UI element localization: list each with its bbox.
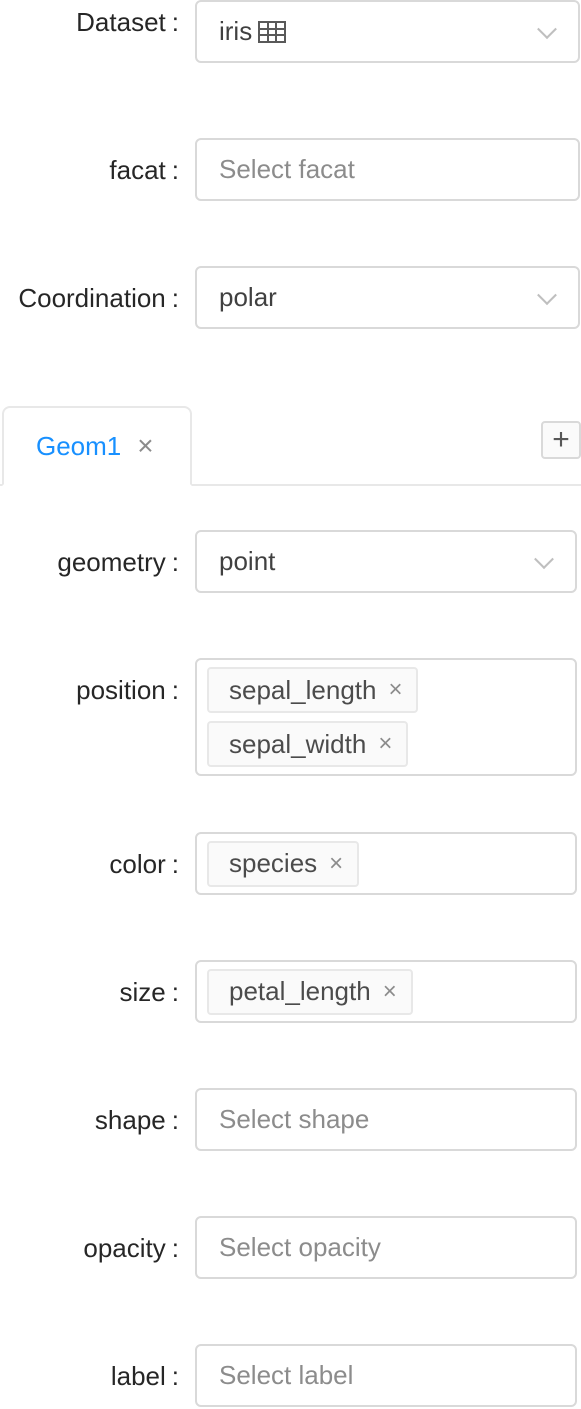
dataset-row: Dataset: iris xyxy=(0,0,581,64)
chevron-down-icon xyxy=(534,548,554,569)
tag-sepal-length: sepal_length × xyxy=(207,667,419,713)
position-label-text: position xyxy=(76,674,166,705)
colon: : xyxy=(171,546,179,577)
close-icon[interactable]: × xyxy=(329,851,343,876)
shape-label: shape: xyxy=(95,1088,179,1152)
label-field-label: label: xyxy=(111,1344,179,1408)
size-label: size: xyxy=(120,960,179,1024)
coordination-select[interactable]: polar xyxy=(195,266,580,329)
colon: : xyxy=(171,154,179,185)
tab-geom1[interactable]: Geom1 × xyxy=(2,406,192,486)
colon: : xyxy=(171,674,179,705)
position-tags: sepal_length × sepal_width × xyxy=(197,667,419,767)
facat-label: facat: xyxy=(109,138,179,202)
color-label: color: xyxy=(109,832,179,896)
opacity-label: opacity: xyxy=(83,1216,179,1280)
position-label: position: xyxy=(76,658,179,722)
tag-species: species × xyxy=(207,840,360,887)
tag-label: petal_length xyxy=(229,976,371,1006)
close-icon[interactable]: × xyxy=(378,732,392,756)
table-icon xyxy=(258,20,287,43)
facat-select[interactable]: Select facat xyxy=(195,138,580,201)
label-row: label: Select label xyxy=(0,1344,581,1408)
colon: : xyxy=(171,6,179,37)
label-select[interactable]: Select label xyxy=(195,1344,577,1407)
geometry-label-text: geometry xyxy=(57,546,166,577)
close-icon[interactable]: × xyxy=(137,432,153,460)
label-placeholder: Select label xyxy=(219,1360,354,1390)
opacity-row: opacity: Select opacity xyxy=(0,1216,581,1280)
chart-config-form: Dataset: iris facat: Select facat Coordi… xyxy=(0,0,581,1409)
position-row: position: sepal_length × sepal_width × xyxy=(0,658,581,776)
tag-label: sepal_width xyxy=(229,728,367,759)
shape-label-text: shape xyxy=(94,1104,166,1135)
coordination-value: polar xyxy=(219,282,277,312)
geometry-label: geometry: xyxy=(57,530,179,594)
facat-label-text: facat xyxy=(109,154,166,185)
shape-select[interactable]: Select shape xyxy=(195,1088,577,1151)
tag-sepal-width: sepal_width × xyxy=(207,721,409,767)
dataset-label: Dataset: xyxy=(76,0,179,54)
chevron-down-icon xyxy=(537,18,557,39)
position-multiselect[interactable]: sepal_length × sepal_width × xyxy=(195,658,577,776)
plus-icon: + xyxy=(552,423,570,456)
tab-label: Geom1 xyxy=(36,430,122,461)
colon: : xyxy=(171,848,179,879)
size-tags: petal_length × xyxy=(197,968,413,1015)
dataset-label-text: Dataset xyxy=(76,6,166,37)
geometry-select[interactable]: point xyxy=(195,530,577,593)
tag-label: species xyxy=(229,848,318,878)
coordination-label-text: Coordination xyxy=(18,282,166,313)
geometry-value: point xyxy=(219,546,276,576)
add-tab-button[interactable]: + xyxy=(541,421,581,459)
tag-petal-length: petal_length × xyxy=(207,968,413,1015)
facat-placeholder: Select facat xyxy=(219,154,355,184)
label-label-text: label xyxy=(110,1360,166,1391)
dataset-select[interactable]: iris xyxy=(195,0,580,63)
dataset-value: iris xyxy=(219,16,253,46)
tag-label: sepal_length xyxy=(229,674,377,705)
color-tags: species × xyxy=(197,840,360,887)
size-multiselect[interactable]: petal_length × xyxy=(195,960,577,1023)
size-label-text: size xyxy=(119,976,166,1007)
coordination-row: Coordination: polar xyxy=(0,266,581,330)
color-multiselect[interactable]: species × xyxy=(195,832,577,895)
color-label-text: color xyxy=(109,848,166,879)
close-icon[interactable]: × xyxy=(388,678,402,702)
close-icon[interactable]: × xyxy=(383,979,397,1004)
colon: : xyxy=(171,282,179,313)
color-row: color: species × xyxy=(0,832,581,896)
opacity-placeholder: Select opacity xyxy=(219,1232,381,1262)
chevron-down-icon xyxy=(537,284,557,305)
opacity-select[interactable]: Select opacity xyxy=(195,1216,577,1279)
opacity-label-text: opacity xyxy=(83,1232,166,1263)
coordination-label: Coordination: xyxy=(18,266,179,330)
shape-row: shape: Select shape xyxy=(0,1088,581,1152)
colon: : xyxy=(171,976,179,1007)
colon: : xyxy=(171,1232,179,1263)
geometry-row: geometry: point xyxy=(0,530,581,594)
size-row: size: petal_length × xyxy=(0,960,581,1024)
facat-row: facat: Select facat xyxy=(0,138,581,202)
colon: : xyxy=(171,1104,179,1135)
shape-placeholder: Select shape xyxy=(219,1104,370,1134)
colon: : xyxy=(171,1360,179,1391)
